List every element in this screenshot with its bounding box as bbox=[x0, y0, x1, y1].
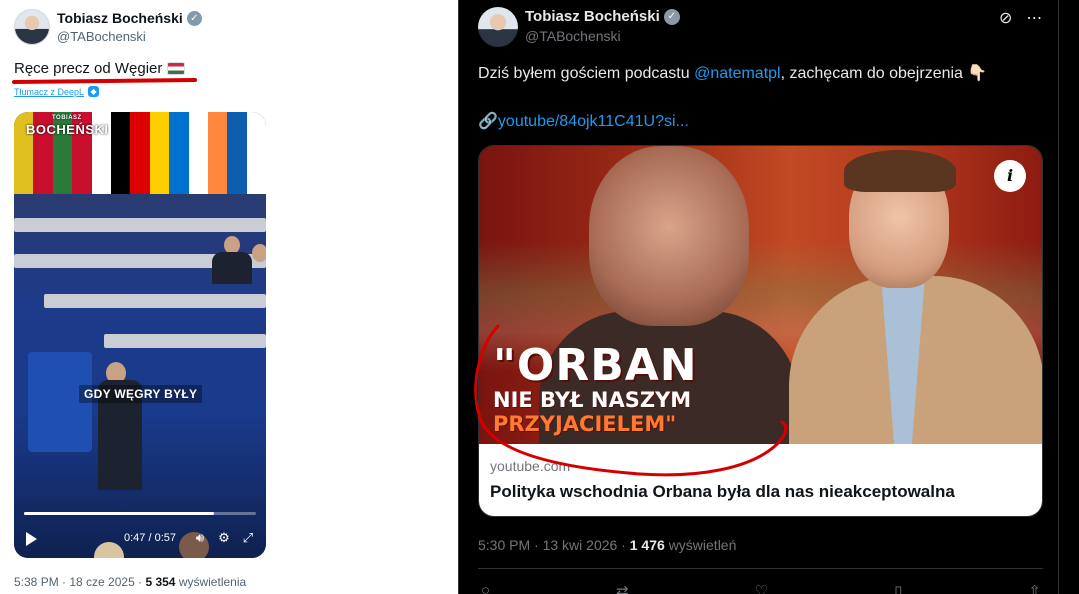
video-controls: 0:47 / 0:57 🔊︎ ⚙ ⤢ bbox=[14, 524, 266, 554]
avatar[interactable] bbox=[478, 7, 518, 47]
person-head bbox=[252, 244, 266, 262]
share-icon[interactable]: ⇧ bbox=[1028, 582, 1041, 594]
translate-link[interactable]: Tłumacz z DeepL ◆ bbox=[14, 86, 100, 97]
video-time: 0:47 / 0:57 bbox=[124, 532, 176, 544]
fullscreen-icon[interactable]: ⤢ bbox=[240, 530, 256, 546]
tweet-header-actions: ⊘ ⋯ bbox=[999, 8, 1042, 28]
video-logo: TOBIASZ BOCHEŃSKI bbox=[26, 115, 109, 137]
deepl-icon: ◆ bbox=[88, 86, 100, 97]
video-progress-fill bbox=[24, 512, 215, 515]
play-icon[interactable] bbox=[26, 532, 37, 546]
link-icon: 🔗 bbox=[478, 113, 498, 130]
tweet-meta: 5:38 PM · 18 cze 2025 · 5 354 wyświetlen… bbox=[14, 575, 247, 589]
verified-badge-icon: ✓ bbox=[663, 8, 680, 25]
grok-icon[interactable]: ⊘ bbox=[999, 8, 1012, 28]
card-footer: youtube.com Polityka wschodnia Orbana by… bbox=[479, 444, 1042, 516]
video-progress-bar[interactable] bbox=[24, 512, 256, 515]
tweet-meta: 5:30 PM · 13 kwi 2026 · 1 476 wyświetleń bbox=[478, 537, 737, 553]
left-tweet: Tobiasz Bocheński ✓ @TABochenski Ręce pr… bbox=[0, 0, 458, 594]
person bbox=[212, 252, 252, 284]
like-icon[interactable]: ♡ bbox=[755, 582, 768, 594]
reply-icon[interactable]: ○ bbox=[481, 582, 490, 594]
verified-badge-icon: ✓ bbox=[186, 10, 202, 26]
info-icon[interactable]: i bbox=[994, 160, 1026, 192]
tweet-action-bar: ○ ⇄ ♡ ▯ ⇧ bbox=[481, 582, 1041, 594]
card-domain: youtube.com bbox=[490, 458, 571, 474]
bookmark-icon[interactable]: ▯ bbox=[894, 582, 902, 594]
orban-face bbox=[589, 146, 749, 326]
retweet-icon[interactable]: ⇄ bbox=[616, 582, 629, 594]
page-gutter bbox=[1058, 0, 1079, 594]
desk-row bbox=[44, 294, 266, 308]
tweet-text: Dziś byłem gościem podcastu @natematpl, … bbox=[478, 65, 988, 82]
tweet-text: Ręce precz od Węgier bbox=[14, 60, 186, 77]
video-caption: GDY WĘGRY BYŁY bbox=[79, 385, 203, 403]
red-underline-annotation bbox=[11, 78, 198, 84]
volume-icon[interactable]: 🔊︎ bbox=[192, 530, 208, 546]
avatar[interactable] bbox=[14, 9, 50, 45]
thumbnail-title: "ORBAN NIE BYŁ NASZYM PRZYJACIELEM" bbox=[493, 340, 698, 437]
guest-hair bbox=[844, 150, 956, 192]
right-tweet: Tobiasz Bocheński ✓ @TABochenski ⊘ ⋯ Dzi… bbox=[458, 0, 1058, 594]
author-handle[interactable]: @TABochenski bbox=[525, 28, 621, 44]
more-dots-icon[interactable]: ⋯ bbox=[1026, 8, 1042, 28]
hungary-flag-icon bbox=[167, 62, 186, 75]
video-player[interactable]: TOBIASZ BOCHEŃSKI GDY WĘGRY BYŁY 0:47 / … bbox=[14, 112, 266, 558]
mention-link[interactable]: @natematpl bbox=[694, 65, 781, 82]
video-thumbnail: "ORBAN NIE BYŁ NASZYM PRZYJACIELEM" i bbox=[479, 146, 1042, 451]
desk-row bbox=[14, 218, 266, 232]
author-name[interactable]: Tobiasz Bocheński ✓ bbox=[525, 8, 680, 25]
link-preview-card[interactable]: "ORBAN NIE BYŁ NASZYM PRZYJACIELEM" i yo… bbox=[478, 145, 1043, 517]
tweet-link[interactable]: 🔗youtube/84ojk11C41U?si... bbox=[478, 111, 689, 131]
author-handle[interactable]: @TABochenski bbox=[57, 29, 146, 44]
desk-row bbox=[104, 334, 266, 348]
card-title[interactable]: Polityka wschodnia Orbana była dla nas n… bbox=[490, 482, 955, 502]
author-name[interactable]: Tobiasz Bocheński ✓ bbox=[57, 10, 202, 26]
settings-icon[interactable]: ⚙ bbox=[216, 530, 232, 546]
divider bbox=[478, 568, 1043, 569]
